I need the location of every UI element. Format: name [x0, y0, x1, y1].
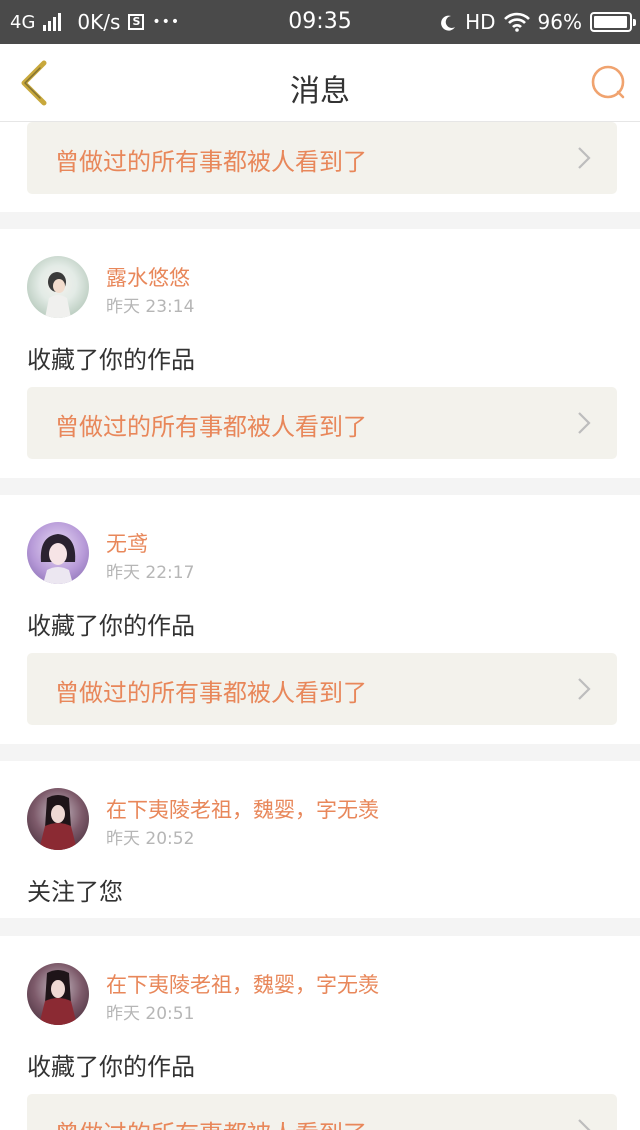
- user-name[interactable]: 无鸢: [106, 528, 148, 558]
- referenced-work[interactable]: 曾做过的所有事都被人看到了: [27, 122, 617, 194]
- user-name[interactable]: 露水悠悠: [106, 262, 190, 292]
- referenced-work-title: 曾做过的所有事都被人看到了: [55, 1114, 367, 1130]
- referenced-work-title: 曾做过的所有事都被人看到了: [55, 679, 367, 707]
- search-icon: [591, 65, 625, 99]
- user-name[interactable]: 在下夷陵老祖，魏婴，字无羡: [106, 969, 379, 999]
- timestamp: 昨天 22:17: [106, 563, 195, 583]
- chevron-right-icon: [578, 678, 591, 700]
- moon-icon: [439, 13, 457, 31]
- referenced-work[interactable]: 曾做过的所有事都被人看到了: [27, 1094, 617, 1130]
- wifi-icon: [503, 12, 530, 32]
- user-name[interactable]: 在下夷陵老祖，魏婴，字无羡: [106, 794, 379, 824]
- referenced-work-title: 曾做过的所有事都被人看到了: [55, 148, 367, 176]
- battery-icon: [590, 12, 636, 32]
- action-text: 关注了您: [27, 878, 123, 906]
- referenced-work-title: 曾做过的所有事都被人看到了: [55, 413, 367, 441]
- page-title: 消息: [290, 74, 350, 109]
- notification-card: 在下夷陵老祖，魏婴，字无羡 昨天 20:51 收藏了你的作品 曾做过的所有事都被…: [0, 936, 640, 1130]
- timestamp: 昨天 20:52: [106, 829, 195, 849]
- search-button[interactable]: [590, 64, 628, 102]
- action-text: 收藏了你的作品: [27, 346, 195, 374]
- avatar[interactable]: [27, 963, 89, 1025]
- status-bar: 4G 0K/s S ••• 09:35 HD 96%: [0, 0, 640, 44]
- nav-bar: 消息: [0, 44, 640, 122]
- action-text: 收藏了你的作品: [27, 612, 195, 640]
- referenced-work[interactable]: 曾做过的所有事都被人看到了: [27, 387, 617, 459]
- chevron-right-icon: [578, 412, 591, 434]
- timestamp: 昨天 23:14: [106, 297, 195, 317]
- notification-card: 曾做过的所有事都被人看到了: [0, 122, 640, 212]
- referenced-work[interactable]: 曾做过的所有事都被人看到了: [27, 653, 617, 725]
- notification-card: 露水悠悠 昨天 23:14 收藏了你的作品 曾做过的所有事都被人看到了: [0, 229, 640, 478]
- action-text: 收藏了你的作品: [27, 1053, 195, 1081]
- avatar[interactable]: [27, 788, 89, 850]
- chevron-right-icon: [578, 147, 591, 169]
- chevron-right-icon: [578, 1119, 591, 1130]
- notification-card: 无鸢 昨天 22:17 收藏了你的作品 曾做过的所有事都被人看到了: [0, 495, 640, 744]
- avatar[interactable]: [27, 522, 89, 584]
- battery-percent: 96%: [537, 10, 582, 34]
- hd-label: HD: [465, 10, 496, 34]
- notification-card: 在下夷陵老祖，魏婴，字无羡 昨天 20:52 关注了您: [0, 761, 640, 918]
- timestamp: 昨天 20:51: [106, 1004, 195, 1024]
- avatar[interactable]: [27, 256, 89, 318]
